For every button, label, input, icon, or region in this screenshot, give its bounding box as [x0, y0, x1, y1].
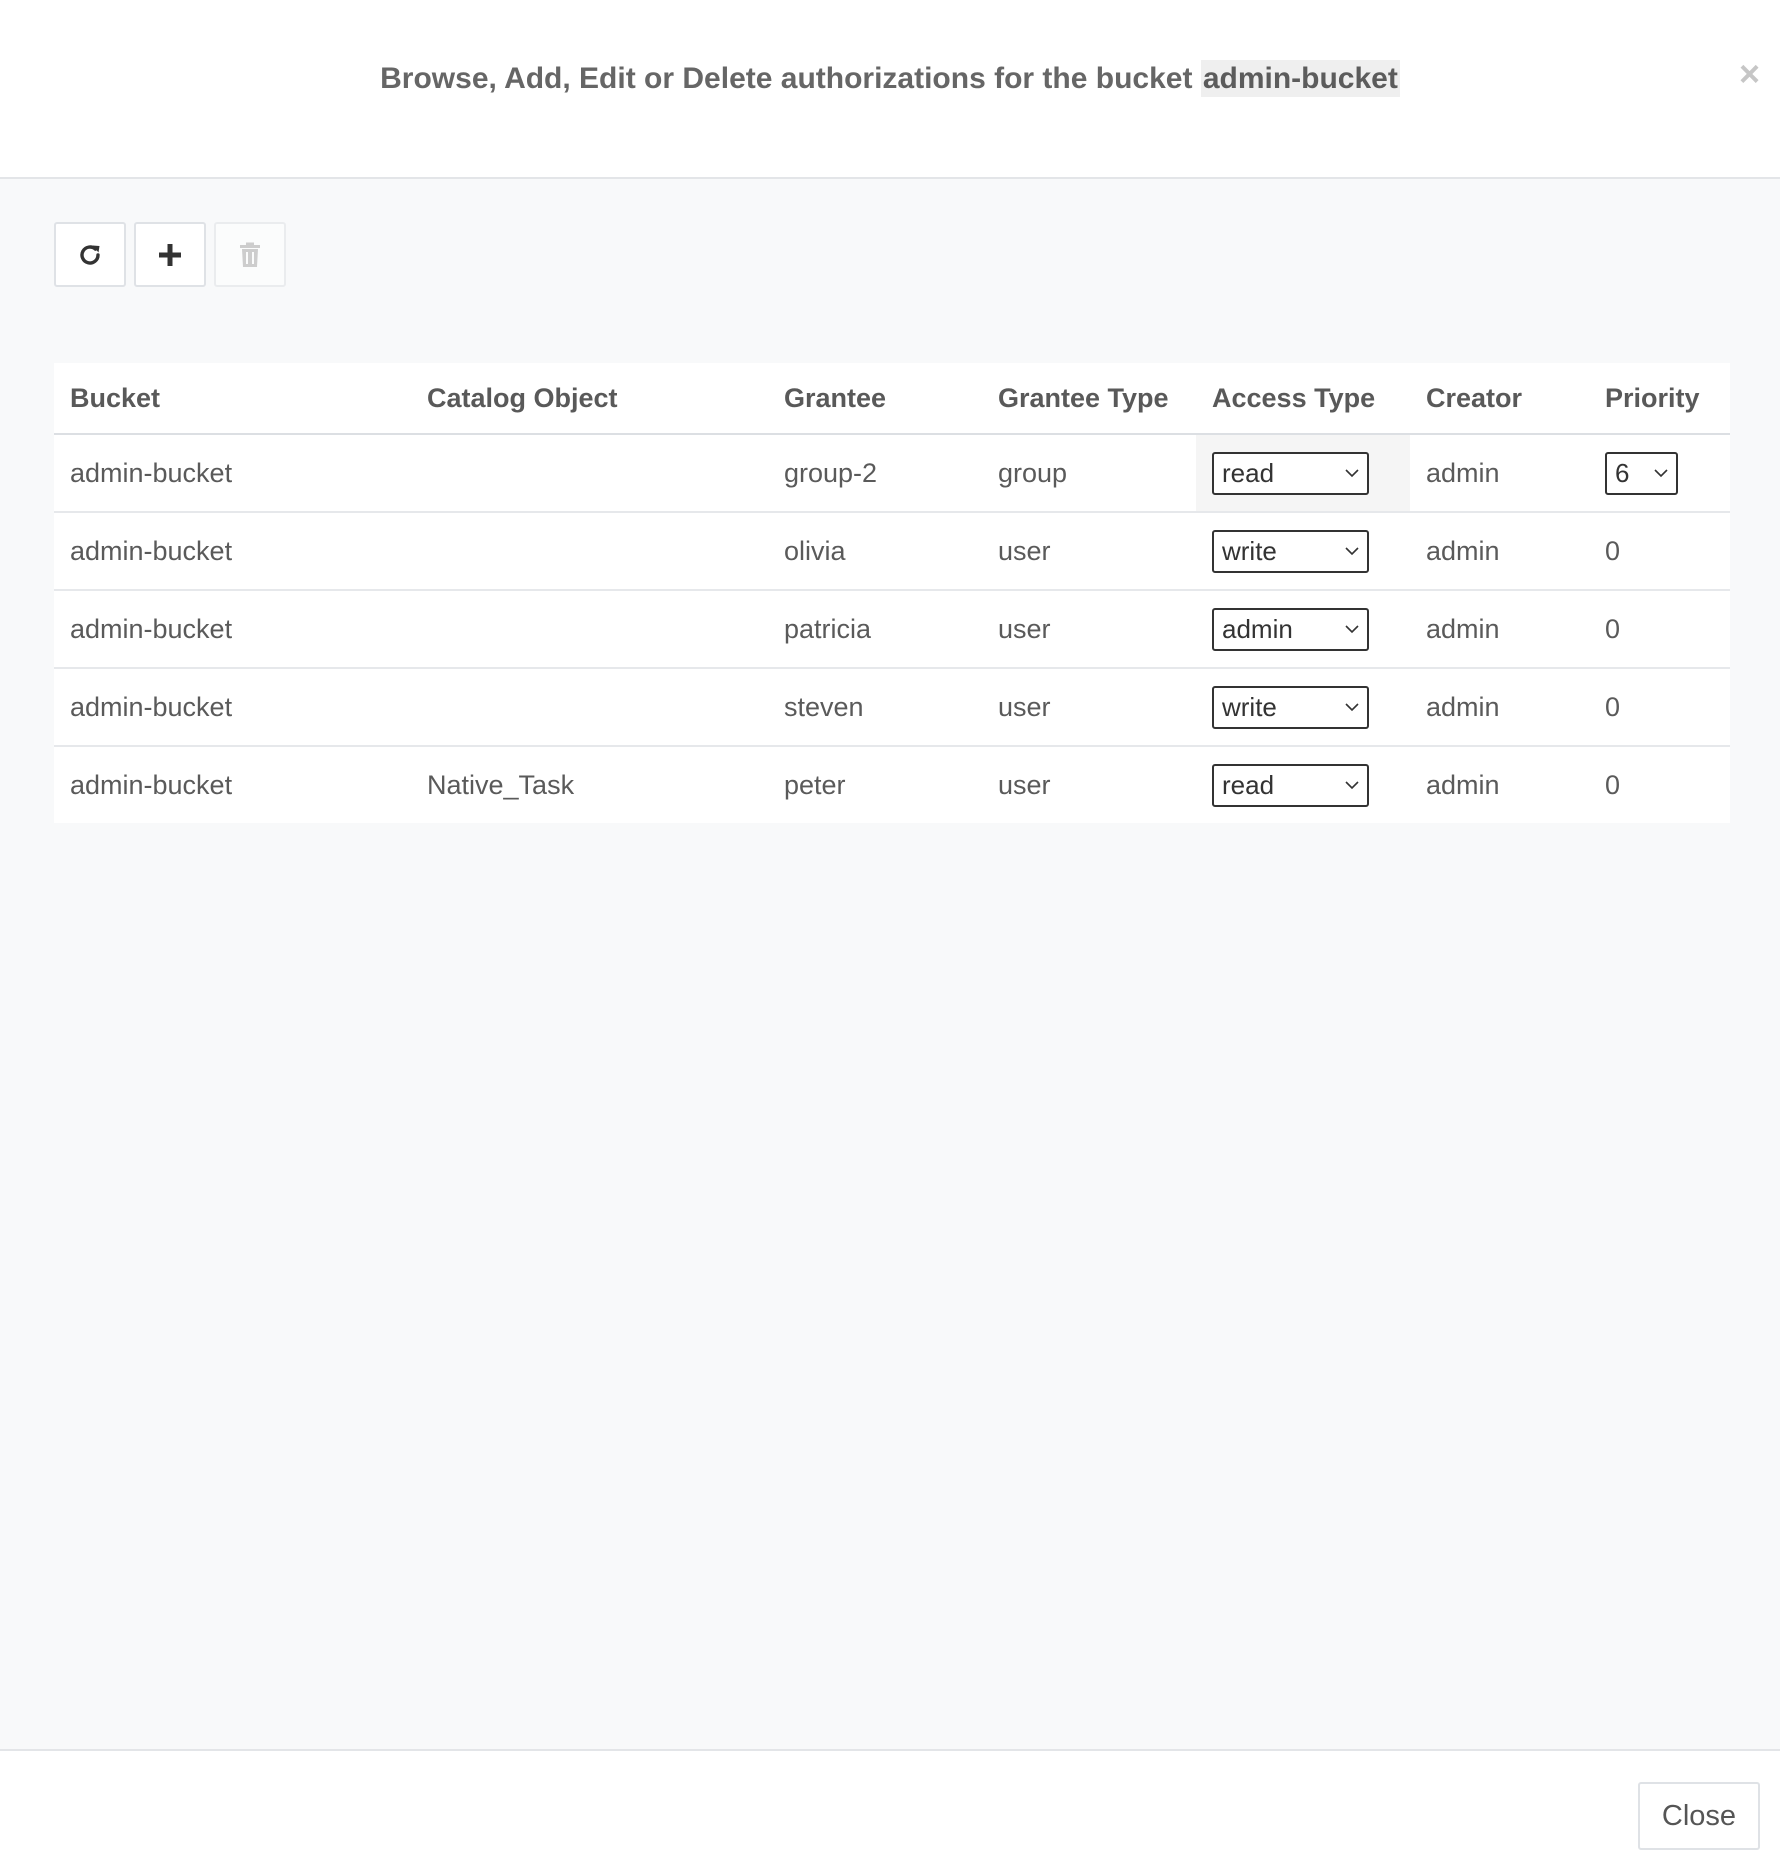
- column-header-catalog-object[interactable]: Catalog Object: [411, 363, 768, 435]
- cell-priority: 0: [1605, 769, 1621, 800]
- chevron-down-icon: [1345, 703, 1359, 712]
- cell-priority: 0: [1589, 590, 1730, 669]
- cell-catalog-object: [411, 590, 768, 669]
- access-type-select[interactable]: write: [1212, 529, 1369, 573]
- refresh-icon: [80, 244, 100, 265]
- table-row[interactable]: admin-bucket Native_Task peter user read…: [54, 746, 1730, 823]
- cell-creator: admin: [1410, 590, 1589, 669]
- column-header-bucket[interactable]: Bucket: [54, 363, 411, 435]
- add-button[interactable]: [134, 222, 206, 287]
- cell-priority: 0: [1589, 668, 1730, 747]
- access-type-value: admin: [1222, 613, 1293, 644]
- cell-grantee-type: group: [982, 434, 1196, 513]
- access-type-select[interactable]: admin: [1212, 607, 1369, 651]
- column-header-priority[interactable]: Priority: [1589, 363, 1730, 435]
- chevron-down-icon: [1654, 469, 1668, 478]
- access-type-select[interactable]: read: [1212, 763, 1369, 807]
- cell-creator: admin: [1410, 512, 1589, 591]
- access-type-select[interactable]: write: [1212, 685, 1369, 729]
- table-row[interactable]: admin-bucket patricia user admin admin 0: [54, 590, 1730, 669]
- plus-icon: [159, 243, 181, 266]
- cell-grantee: group-2: [768, 434, 982, 513]
- cell-priority: 6: [1589, 434, 1730, 513]
- chevron-down-icon: [1345, 625, 1359, 634]
- priority-select[interactable]: 6: [1605, 451, 1678, 495]
- cell-grantee-type: user: [982, 512, 1196, 591]
- chevron-down-icon: [1345, 781, 1359, 790]
- cell-creator: admin: [1410, 434, 1589, 513]
- cell-grantee-type: user: [982, 590, 1196, 669]
- column-header-access-type[interactable]: Access Type: [1196, 363, 1410, 435]
- cell-catalog-object: [411, 512, 768, 591]
- chevron-down-icon: [1345, 469, 1359, 478]
- access-type-select[interactable]: read: [1212, 451, 1369, 495]
- cell-priority: 0: [1589, 512, 1730, 591]
- cell-grantee: olivia: [768, 512, 982, 591]
- bucket-name-highlight: admin-bucket: [1200, 60, 1400, 97]
- table-row[interactable]: admin-bucket group-2 group read admin 6: [54, 434, 1730, 513]
- refresh-button[interactable]: [54, 222, 126, 287]
- close-button[interactable]: Close: [1638, 1782, 1760, 1850]
- column-header-grantee[interactable]: Grantee: [768, 363, 982, 435]
- cell-access-type: admin: [1196, 590, 1410, 669]
- cell-bucket: admin-bucket: [54, 512, 411, 591]
- table-header-row: Bucket Catalog Object Grantee Grantee Ty…: [54, 363, 1730, 435]
- dialog-body: Bucket Catalog Object Grantee Grantee Ty…: [0, 179, 1780, 1750]
- priority-value: 6: [1615, 457, 1630, 488]
- cell-creator: admin: [1410, 668, 1589, 747]
- trash-icon: [240, 242, 260, 267]
- close-icon[interactable]: ×: [1739, 56, 1760, 92]
- cell-bucket: admin-bucket: [70, 769, 233, 800]
- cell-bucket: admin-bucket: [54, 590, 411, 669]
- dialog-title: Browse, Add, Edit or Delete authorizatio…: [0, 60, 1780, 97]
- access-type-value: read: [1222, 769, 1275, 800]
- cell-access-type: write: [1196, 668, 1410, 747]
- cell-grantee: steven: [768, 668, 982, 747]
- cell-bucket: admin-bucket: [54, 434, 411, 513]
- column-header-creator[interactable]: Creator: [1410, 363, 1589, 435]
- cell-grantee: patricia: [768, 590, 982, 669]
- cell-grantee-type: user: [998, 769, 1051, 800]
- column-header-grantee-type[interactable]: Grantee Type: [982, 363, 1196, 435]
- dialog-header: Browse, Add, Edit or Delete authorizatio…: [0, 0, 1780, 179]
- cell-access-type: write: [1196, 512, 1410, 591]
- table-row[interactable]: admin-bucket olivia user write admin 0: [54, 512, 1730, 591]
- cell-creator: admin: [1426, 769, 1500, 800]
- delete-button[interactable]: [214, 222, 286, 287]
- chevron-down-icon: [1345, 547, 1359, 556]
- cell-access-type: read: [1196, 746, 1410, 823]
- access-type-value: read: [1222, 457, 1275, 488]
- cell-catalog-object: Native_Task: [427, 769, 575, 800]
- authorizations-table: Bucket Catalog Object Grantee Grantee Ty…: [54, 363, 1730, 823]
- access-type-value: write: [1222, 535, 1277, 566]
- cell-catalog-object: [411, 668, 768, 747]
- cell-grantee-type: user: [982, 668, 1196, 747]
- cell-catalog-object: [411, 434, 768, 513]
- table-row[interactable]: admin-bucket steven user write admin 0: [54, 668, 1730, 747]
- dialog-footer: Close: [0, 1749, 1780, 1868]
- toolbar: [54, 222, 294, 287]
- dialog-title-text: Browse, Add, Edit or Delete authorizatio…: [380, 62, 1193, 95]
- cell-access-type: read: [1196, 434, 1410, 513]
- cell-bucket: admin-bucket: [54, 668, 411, 747]
- cell-grantee: peter: [784, 769, 846, 800]
- access-type-value: write: [1222, 691, 1277, 722]
